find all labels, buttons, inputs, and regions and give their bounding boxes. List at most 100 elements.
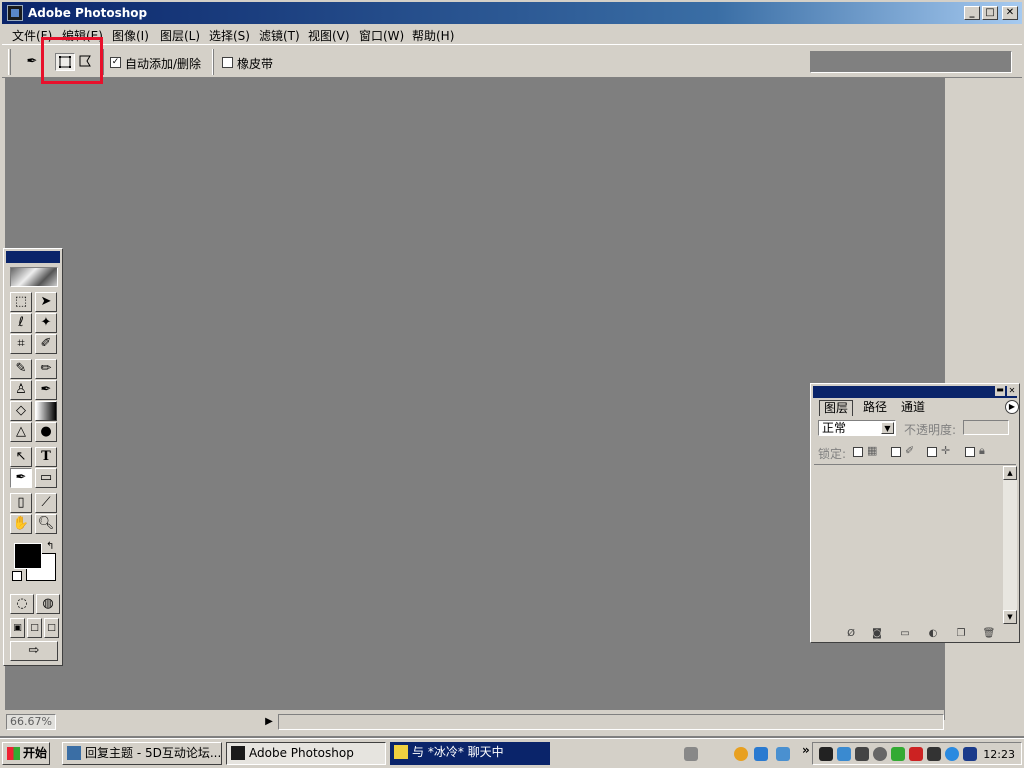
tray-app-icon[interactable] <box>891 747 905 761</box>
add-mask-icon[interactable]: ◙ <box>867 628 887 642</box>
notes-tool-icon[interactable]: ▯ <box>10 493 32 513</box>
dodge-tool-icon[interactable]: ● <box>35 422 57 442</box>
menu-edit[interactable]: 编辑(E) <box>62 27 103 44</box>
title-bar[interactable]: Adobe Photoshop _ □ ✕ <box>2 2 1022 24</box>
tab-layers[interactable]: 图层 <box>819 400 854 416</box>
tab-channels[interactable]: 通道 <box>897 400 929 416</box>
menu-layer[interactable]: 图层(L) <box>160 27 200 44</box>
marquee-tool-icon[interactable]: ⬚ <box>10 292 32 312</box>
blur-tool-icon[interactable]: △ <box>10 422 32 442</box>
tab-paths[interactable]: 路径 <box>859 400 891 416</box>
tray-app-icon[interactable] <box>927 747 941 761</box>
magic-wand-tool-icon[interactable]: ✦ <box>35 313 57 333</box>
quick-mask-mode-icon[interactable]: ◍ <box>36 594 60 614</box>
blend-mode-select[interactable]: 正常 ▼ <box>818 420 896 436</box>
tray-app-icon[interactable] <box>963 747 977 761</box>
options-grip[interactable] <box>8 49 11 75</box>
brush-tool-icon[interactable]: ✏ <box>35 359 57 379</box>
adobe-online-logo[interactable] <box>10 267 58 287</box>
zoom-tool-icon[interactable]: 🔍︎ <box>35 514 57 534</box>
lock-position-checkbox[interactable] <box>927 447 937 457</box>
layers-palette-title-bar[interactable] <box>813 386 1017 398</box>
clone-stamp-tool-icon[interactable]: ♙ <box>10 380 32 400</box>
antivirus-icon[interactable] <box>909 747 923 761</box>
slice-tool-icon[interactable]: ✐ <box>35 334 57 354</box>
task-button-chat[interactable]: 与 *冰冷* 聊天中 <box>390 742 550 765</box>
adjustment-layer-icon[interactable]: ◐ <box>923 628 943 642</box>
lock-image-checkbox[interactable] <box>891 447 901 457</box>
palette-minimize-button[interactable]: ▬ <box>995 386 1005 396</box>
hand-tool-icon[interactable]: ✋ <box>10 514 32 534</box>
minimize-button[interactable]: _ <box>964 6 980 20</box>
new-layer-icon[interactable]: ❐ <box>951 628 971 642</box>
menu-file[interactable]: 文件(F) <box>12 27 52 44</box>
new-set-icon[interactable]: ▭ <box>895 628 915 642</box>
tray-app-icon[interactable] <box>873 747 887 761</box>
pen-tool-icon[interactable]: ✒ <box>10 468 32 488</box>
lock-transparency-checkbox[interactable] <box>853 447 863 457</box>
lasso-tool-icon[interactable]: ℓ <box>10 313 32 333</box>
eyedropper-tool-icon[interactable]: ⟋ <box>35 493 57 513</box>
menu-help[interactable]: 帮助(H) <box>412 27 454 44</box>
opacity-field[interactable] <box>963 420 1009 435</box>
workspace-canvas[interactable] <box>5 78 945 710</box>
media-player-icon[interactable] <box>734 747 748 761</box>
palette-well[interactable] <box>810 51 1012 73</box>
healing-brush-tool-icon[interactable]: ✎ <box>10 359 32 379</box>
quick-launch-icon[interactable] <box>776 747 790 761</box>
menu-view[interactable]: 视图(V) <box>308 27 350 44</box>
task-button-photoshop[interactable]: Adobe Photoshop <box>226 742 386 765</box>
full-screen-mode-icon[interactable]: □ <box>44 618 59 638</box>
lock-all-checkbox[interactable] <box>965 447 975 457</box>
shape-layers-icon <box>59 56 71 68</box>
swap-colors-icon[interactable]: ↰ <box>46 541 54 552</box>
gradient-tool-icon[interactable] <box>35 401 57 421</box>
type-tool-icon[interactable]: T <box>35 447 57 467</box>
paths-button[interactable] <box>76 53 96 71</box>
task-label: 与 *冰冷* 聊天中 <box>412 745 504 759</box>
add-layer-style-icon[interactable]: Ø <box>841 628 861 642</box>
rubber-band-checkbox[interactable] <box>222 57 233 68</box>
standard-screen-mode-icon[interactable]: ▣ <box>10 618 25 638</box>
layer-list[interactable] <box>814 464 1016 626</box>
layer-list-scrollbar[interactable]: ▲ ▼ <box>1003 466 1017 624</box>
palette-close-button[interactable]: ✕ <box>1007 386 1017 396</box>
standard-mode-icon[interactable]: ◌ <box>10 594 34 614</box>
toolbox-title-bar[interactable] <box>6 251 60 263</box>
zoom-field[interactable]: 66.67% <box>6 714 56 730</box>
scroll-down-icon[interactable]: ▼ <box>1003 610 1017 624</box>
keyboard-icon[interactable] <box>684 747 698 761</box>
tray-app-icon[interactable] <box>819 747 833 761</box>
menu-select[interactable]: 选择(S) <box>209 27 250 44</box>
maximize-button[interactable]: □ <box>982 6 998 20</box>
tray-app-icon[interactable] <box>945 747 959 761</box>
rectangle-tool-icon[interactable]: ▭ <box>35 468 57 488</box>
network-icon[interactable] <box>837 747 851 761</box>
menu-image[interactable]: 图像(I) <box>112 27 149 44</box>
palette-menu-icon[interactable]: ▶ <box>1005 400 1019 414</box>
move-tool-icon[interactable]: ➤ <box>35 292 57 312</box>
foreground-color-swatch[interactable] <box>14 543 42 569</box>
auto-add-delete-checkbox[interactable]: ✓ <box>110 57 121 68</box>
tray-app-icon[interactable] <box>855 747 869 761</box>
default-colors-icon[interactable] <box>12 571 22 581</box>
history-brush-tool-icon[interactable]: ✒ <box>35 380 57 400</box>
menu-window[interactable]: 窗口(W) <box>359 27 404 44</box>
scroll-up-icon[interactable]: ▲ <box>1003 466 1017 480</box>
clock[interactable]: 12:23 <box>983 748 1015 761</box>
menu-filter[interactable]: 滤镜(T) <box>259 27 300 44</box>
full-screen-menu-mode-icon[interactable]: □ <box>27 618 42 638</box>
status-menu-arrow-icon[interactable]: ▶ <box>260 713 278 731</box>
tray-chevron-icon[interactable]: » <box>802 743 810 757</box>
crop-tool-icon[interactable]: ⌗ <box>10 334 32 354</box>
start-button[interactable]: 开始 <box>2 742 50 765</box>
close-button[interactable]: ✕ <box>1002 6 1018 20</box>
path-selection-tool-icon[interactable]: ↖ <box>10 447 32 467</box>
eraser-tool-icon[interactable]: ◇ <box>10 401 32 421</box>
shape-layers-button[interactable] <box>55 53 75 71</box>
ie-icon[interactable] <box>754 747 768 761</box>
task-button-forum[interactable]: 回复主题 - 5D互动论坛... <box>62 742 222 765</box>
jump-to-imageready-icon[interactable]: ⇨ <box>10 641 58 661</box>
pen-tool-preset-icon[interactable]: ✒ <box>22 53 42 71</box>
delete-layer-icon[interactable]: 🗑︎ <box>979 628 999 642</box>
